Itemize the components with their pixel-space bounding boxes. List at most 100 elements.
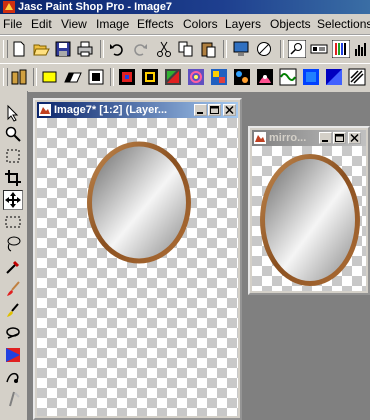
- image-document-icon: [39, 104, 51, 116]
- effect-9-button[interactable]: [301, 67, 321, 87]
- maximize-button[interactable]: [208, 104, 221, 116]
- app-title: Jasc Paint Shop Pro - Image7: [18, 1, 173, 13]
- menu-file[interactable]: File: [3, 17, 22, 31]
- paste-button[interactable]: [198, 39, 218, 59]
- mirror-canvas[interactable]: [252, 146, 366, 291]
- browse-button[interactable]: [9, 67, 29, 87]
- selection-marquee-icon: [5, 216, 21, 228]
- deformation-tool[interactable]: [3, 146, 23, 166]
- menu-layers[interactable]: Layers: [225, 17, 261, 31]
- new-button[interactable]: [9, 39, 29, 59]
- close-button[interactable]: [348, 132, 361, 144]
- arrow-tool[interactable]: [3, 103, 23, 123]
- effect-2-button[interactable]: [140, 67, 160, 87]
- menu-selections[interactable]: Selections: [317, 17, 370, 31]
- toolbar-grip[interactable]: [3, 40, 8, 58]
- minimize-button[interactable]: [319, 132, 332, 144]
- color-palette-button[interactable]: [331, 39, 351, 59]
- toolbar-separator: [110, 68, 114, 86]
- full-screen-preview-button[interactable]: [231, 39, 251, 59]
- paintbrush-icon: [7, 281, 20, 296]
- effect-8-button[interactable]: [278, 67, 298, 87]
- menu-bar: File Edit View Image Effects Colors Laye…: [0, 14, 370, 35]
- color-replacer-icon: [6, 327, 20, 339]
- tool-options-button[interactable]: [309, 39, 329, 59]
- effect-11-button[interactable]: [347, 67, 367, 87]
- mirror-window-title-bar[interactable]: mirro...: [252, 130, 366, 146]
- paint-brush-tool[interactable]: [3, 279, 23, 299]
- close-icon: [350, 133, 359, 143]
- crop-tool[interactable]: [3, 168, 23, 188]
- fill-yellow-button[interactable]: [40, 67, 60, 87]
- tool-palette: [0, 91, 28, 420]
- zoom-tool[interactable]: [3, 124, 23, 144]
- redo-button[interactable]: [130, 39, 150, 59]
- square-frame-icon: [88, 69, 104, 85]
- eyedropper-icon: [6, 260, 20, 274]
- minimize-icon: [322, 140, 328, 142]
- dropper-tool[interactable]: [3, 257, 23, 277]
- maximize-icon: [335, 134, 344, 142]
- scratch-remover-icon: [6, 372, 19, 383]
- menu-view[interactable]: View: [61, 17, 87, 31]
- monitor-icon: [233, 41, 249, 56]
- color-replacer-tool[interactable]: [3, 323, 23, 343]
- inner-square-button[interactable]: [86, 67, 106, 87]
- lasso-tool[interactable]: [3, 234, 23, 254]
- mover-tool[interactable]: [3, 190, 23, 210]
- image-window-title: Image7* [1:2] (Layer...: [54, 104, 168, 116]
- parallelogram-icon: [64, 72, 82, 83]
- image-canvas[interactable]: [37, 118, 238, 416]
- effect-gradient-icon: [303, 69, 319, 85]
- arrow-pointer-icon: [7, 104, 19, 122]
- copy-button[interactable]: [176, 39, 196, 59]
- toolbar-separator: [33, 68, 37, 86]
- effect-1-button[interactable]: [117, 67, 137, 87]
- close-button[interactable]: [223, 104, 236, 116]
- magnifier-icon: [288, 40, 306, 58]
- yellow-rectangle-icon: [42, 71, 57, 83]
- effect-4-button[interactable]: [186, 67, 206, 87]
- menu-effects[interactable]: Effects: [137, 17, 173, 31]
- clone-brush-icon: [7, 303, 19, 317]
- new-file-icon: [13, 41, 25, 57]
- eraser-tool[interactable]: [3, 389, 23, 409]
- retouch-tool[interactable]: [3, 345, 23, 365]
- mirror-window[interactable]: mirro...: [248, 126, 370, 295]
- no-selection-button[interactable]: [254, 39, 274, 59]
- effect-3-button[interactable]: [163, 67, 183, 87]
- lasso-icon: [7, 236, 21, 252]
- maximize-button[interactable]: [333, 132, 346, 144]
- menu-image[interactable]: Image: [96, 17, 129, 31]
- minimize-icon: [197, 112, 203, 114]
- toolbar-separator: [280, 40, 284, 58]
- app-title-bar: Jasc Paint Shop Pro - Image7: [0, 0, 370, 14]
- toolbar-grip[interactable]: [3, 68, 8, 86]
- open-button[interactable]: [31, 39, 51, 59]
- image-window-title-bar[interactable]: Image7* [1:2] (Layer...: [37, 102, 238, 118]
- layer-palette-button[interactable]: [352, 39, 370, 59]
- menu-objects[interactable]: Objects: [270, 17, 311, 31]
- clone-brush-tool[interactable]: [3, 301, 23, 321]
- menu-colors[interactable]: Colors: [183, 17, 218, 31]
- effect-10-button[interactable]: [324, 67, 344, 87]
- browse-icon: [11, 69, 27, 85]
- save-button[interactable]: [53, 39, 73, 59]
- toolbar-separator: [100, 40, 104, 58]
- selection-tool[interactable]: [3, 212, 23, 232]
- scratch-remover-tool[interactable]: [3, 367, 23, 387]
- dotted-rectangle-icon: [6, 149, 20, 163]
- oval-mirror-frame: [260, 154, 360, 286]
- cut-button[interactable]: [154, 39, 174, 59]
- minimize-button[interactable]: [194, 104, 207, 116]
- redo-arrow-icon: [134, 44, 147, 56]
- effect-7-button[interactable]: [255, 67, 275, 87]
- undo-button[interactable]: [107, 39, 127, 59]
- overview-button[interactable]: [287, 39, 307, 59]
- menu-edit[interactable]: Edit: [31, 17, 52, 31]
- parallelogram-button[interactable]: [63, 67, 83, 87]
- image-window[interactable]: Image7* [1:2] (Layer...: [33, 98, 242, 420]
- effect-6-button[interactable]: [232, 67, 252, 87]
- print-button[interactable]: [75, 39, 95, 59]
- effect-5-button[interactable]: [209, 67, 229, 87]
